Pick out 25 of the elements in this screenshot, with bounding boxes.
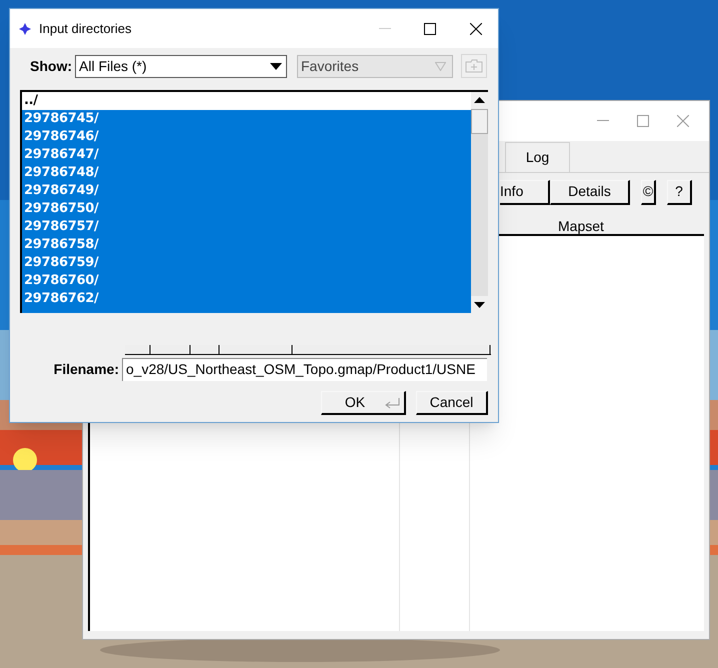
filename-label: Filename: xyxy=(52,360,120,378)
log-tab[interactable]: Log xyxy=(505,142,570,172)
minimize-icon[interactable] xyxy=(379,28,391,30)
minimize-icon[interactable] xyxy=(597,120,609,122)
scroll-up-icon[interactable] xyxy=(471,92,488,109)
close-icon[interactable] xyxy=(470,22,482,34)
dropdown-arrow-icon xyxy=(270,62,282,70)
help-button[interactable]: ? xyxy=(667,180,692,204)
enter-icon xyxy=(383,396,402,408)
cancel-button[interactable]: Cancel xyxy=(416,391,488,415)
file-type-dropdown[interactable]: All Files (*) xyxy=(75,54,287,78)
file-list-item[interactable]: ../ xyxy=(22,92,471,110)
show-label: Show: xyxy=(30,56,73,76)
details-button[interactable]: Details xyxy=(550,180,630,204)
folder-plus-icon xyxy=(465,59,483,73)
diamond-icon xyxy=(19,22,31,34)
ok-button[interactable]: OK xyxy=(321,391,406,415)
maximize-icon[interactable] xyxy=(424,22,436,34)
info-button[interactable]: Info xyxy=(500,180,550,204)
dropdown-arrow-icon xyxy=(435,62,446,70)
filename-field[interactable]: o_v28/US_Northeast_OSM_Topo.gmap/Product1/USNE xyxy=(122,358,487,380)
path-segment-bar[interactable] xyxy=(125,345,491,355)
window-title: Input directories xyxy=(39,20,132,38)
copyright-button[interactable]: © xyxy=(641,180,656,204)
scroll-thumb[interactable] xyxy=(471,109,488,134)
